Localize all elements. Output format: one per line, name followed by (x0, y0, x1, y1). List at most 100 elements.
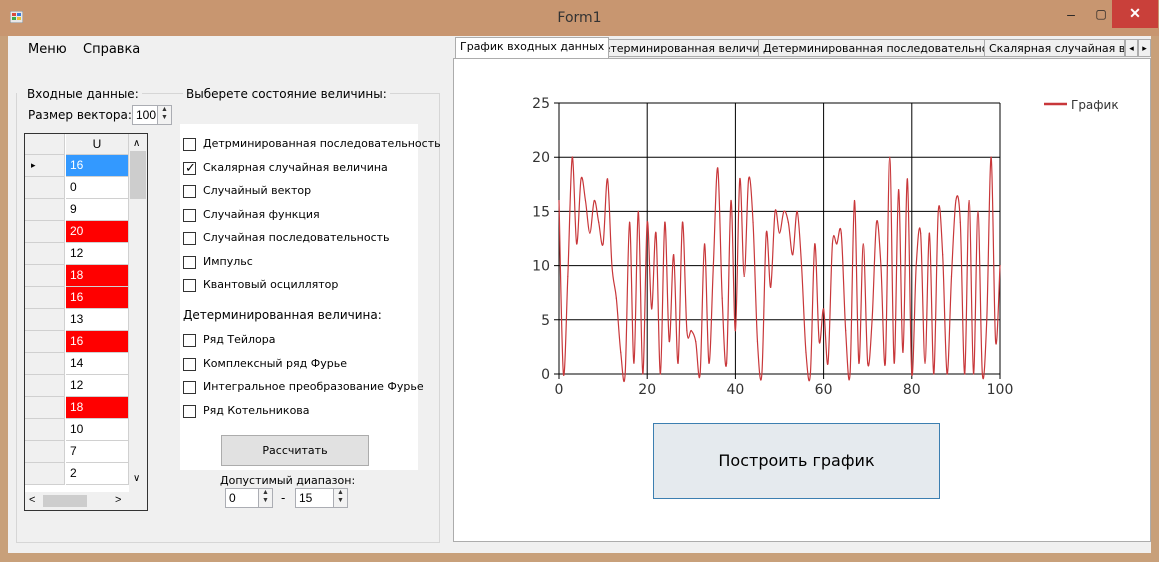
option-checkbox[interactable] (183, 334, 196, 347)
grid-cell[interactable]: 7 (66, 441, 129, 463)
grid-row-header[interactable] (25, 463, 65, 485)
option-checkbox[interactable] (183, 138, 196, 151)
data-point (871, 319, 873, 321)
option-label[interactable]: Импульс (203, 255, 253, 268)
tab-input-graph[interactable]: График входных данных (455, 37, 610, 58)
grid-row-header[interactable] (25, 441, 65, 463)
grid-cell[interactable]: 0 (66, 177, 129, 199)
scroll-down-icon[interactable]: ∨ (133, 473, 140, 484)
grid-corner (25, 134, 65, 155)
maximize-button[interactable]: ▢ (1088, 3, 1114, 27)
option-checkbox[interactable]: ✓ (183, 160, 196, 175)
scroll-up-icon[interactable]: ∧ (133, 138, 140, 149)
grid-cell[interactable]: 16 (66, 287, 129, 309)
range-to-spinner[interactable]: 15 ▲ ▼ (295, 488, 348, 508)
option-label[interactable]: Ряд Котельникова (203, 404, 310, 417)
grid-cell[interactable]: 10 (66, 419, 129, 441)
data-point (986, 319, 988, 321)
option-label[interactable]: Случайная функция (203, 208, 320, 221)
spin-down-icon[interactable]: ▼ (334, 497, 347, 505)
grid-cell[interactable]: 20 (66, 221, 129, 243)
vertical-scrollbar[interactable]: ∧ ∨ (129, 134, 147, 492)
grid-row-header[interactable] (25, 353, 65, 375)
grid-row-header[interactable] (25, 331, 65, 353)
grid-cell[interactable]: 14 (66, 353, 129, 375)
option-checkbox[interactable] (183, 232, 196, 245)
spin-up-icon[interactable]: ▲ (334, 489, 347, 497)
option-checkbox[interactable] (183, 255, 196, 269)
vertical-scroll-thumb[interactable] (130, 151, 146, 199)
spinner-arrows[interactable]: ▲ ▼ (258, 489, 272, 507)
data-point (994, 340, 997, 343)
data-grid[interactable]: U ▸ 16 0 9 20 12 18 16 13 16 14 12 18 10 7 2 ∧ ∨ < > (24, 133, 148, 511)
grid-cell[interactable]: 18 (66, 265, 129, 287)
spinner-arrows[interactable]: ▲ ▼ (333, 489, 347, 507)
option-label[interactable]: Случайный вектор (203, 184, 311, 197)
grid-row-header[interactable] (25, 375, 65, 397)
range-dash: - (281, 491, 286, 505)
data-point (756, 340, 759, 343)
grid-cell[interactable]: 12 (66, 375, 129, 397)
option-checkbox[interactable] (183, 404, 196, 418)
close-button[interactable]: ✕ (1112, 0, 1158, 28)
menu-item-menu[interactable]: Меню (28, 42, 67, 57)
grid-row-header[interactable] (25, 419, 65, 441)
horizontal-scrollbar[interactable]: < > (25, 492, 147, 510)
tab-deterministic-value[interactable]: Детерминированная величина (590, 39, 779, 57)
vector-size-spinner[interactable]: 100 ▲ ▼ (132, 105, 172, 125)
data-point (712, 265, 714, 267)
grid-row-header[interactable] (25, 199, 65, 221)
grid-row-header[interactable] (25, 309, 65, 331)
grid-cell[interactable]: 16 (66, 331, 129, 353)
option-label[interactable]: Интегральное преобразование Фурье (203, 380, 424, 393)
spin-down-icon[interactable]: ▼ (158, 114, 171, 122)
range-from-spinner[interactable]: 0 ▲ ▼ (225, 488, 273, 508)
option-label[interactable]: Комплексный ряд Фурье (203, 357, 347, 370)
grid-cell[interactable]: 2 (66, 463, 129, 485)
horizontal-scroll-thumb[interactable] (43, 495, 87, 507)
data-point (633, 362, 635, 364)
grid-row-header[interactable] (25, 221, 65, 243)
vector-size-label: Размер вектора: (28, 108, 132, 122)
option-checkbox[interactable] (183, 381, 196, 394)
spinner-arrows[interactable]: ▲ ▼ (157, 106, 171, 124)
grid-cell[interactable]: 13 (66, 309, 129, 331)
title-bar[interactable]: Form1 – ▢ ✕ (0, 0, 1159, 36)
grid-row-header[interactable] (25, 177, 65, 199)
calculate-button[interactable]: Рассчитать (221, 435, 369, 466)
option-checkbox[interactable] (183, 208, 196, 222)
grid-cell[interactable]: 12 (66, 243, 129, 265)
option-label[interactable]: Скалярная случайная величина (203, 161, 388, 174)
tab-deterministic-sequence[interactable]: Детерминированная последовательность (758, 39, 1013, 57)
option-label[interactable]: Детрминированная последовательность (203, 137, 441, 150)
grid-row-header[interactable] (25, 265, 65, 287)
spin-up-icon[interactable]: ▲ (158, 106, 171, 114)
scroll-left-icon[interactable]: < (29, 494, 35, 506)
grid-cell[interactable]: 18 (66, 397, 129, 419)
spin-up-icon[interactable]: ▲ (259, 489, 272, 497)
menu-item-help[interactable]: Справка (83, 42, 140, 57)
option-label[interactable]: Ряд Тейлора (203, 333, 275, 346)
tab-scroll-right-icon[interactable]: ▸ (1138, 39, 1151, 57)
grid-row-header[interactable]: ▸ (25, 155, 65, 177)
tab-scroll-left-icon[interactable]: ◂ (1125, 39, 1138, 57)
grid-cell[interactable]: 9 (66, 199, 129, 221)
grid-row-header[interactable] (25, 397, 65, 419)
option-label[interactable]: Случайная последовательность (203, 231, 390, 244)
spin-down-icon[interactable]: ▼ (259, 497, 272, 505)
minimize-button[interactable]: – (1058, 3, 1084, 27)
data-point (620, 351, 622, 353)
data-point (924, 362, 926, 364)
grid-column-header[interactable]: U (66, 134, 129, 155)
grid-row-header[interactable] (25, 243, 65, 265)
option-checkbox[interactable] (183, 357, 196, 371)
grid-row-header[interactable] (25, 287, 65, 309)
scroll-right-icon[interactable]: > (115, 494, 121, 506)
option-checkbox[interactable] (183, 185, 196, 198)
build-graph-button[interactable]: Построить график (653, 423, 940, 499)
option-label[interactable]: Квантовый осциллятор (203, 278, 338, 291)
option-checkbox[interactable] (183, 279, 196, 292)
tab-scalar-random[interactable]: Скалярная случайная вели (984, 39, 1125, 57)
data-point (765, 232, 767, 234)
grid-cell[interactable]: 16 (66, 155, 129, 177)
